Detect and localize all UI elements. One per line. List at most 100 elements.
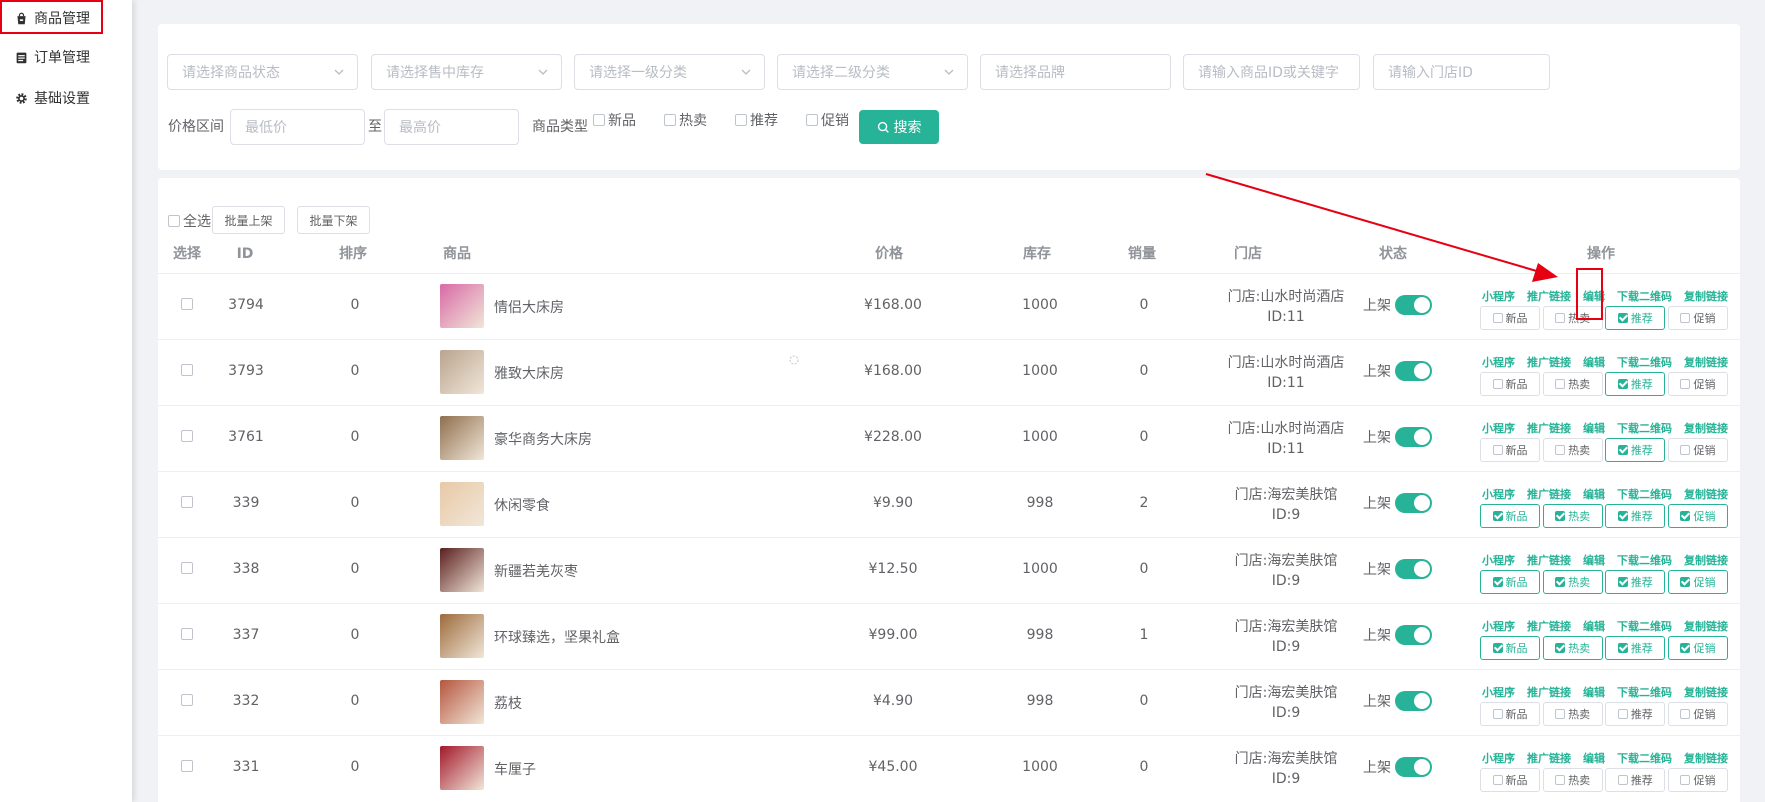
tag-hot-button[interactable]: 热卖 (1542, 768, 1603, 792)
tag-new-button[interactable]: 新品 (1480, 570, 1540, 594)
download-qrcode-link[interactable]: 下载二维码 (1617, 684, 1672, 700)
mini-program-link[interactable]: 小程序 (1482, 684, 1515, 700)
promo-link[interactable]: 推广链接 (1527, 684, 1571, 700)
edit-link[interactable]: 编辑 (1583, 750, 1605, 766)
download-qrcode-link[interactable]: 下载二维码 (1617, 750, 1672, 766)
promo-link[interactable]: 推广链接 (1527, 288, 1571, 304)
copy-link[interactable]: 复制链接 (1684, 354, 1728, 370)
promo-link[interactable]: 推广链接 (1527, 486, 1571, 502)
status-select[interactable]: 请选择商品状态 (167, 54, 358, 90)
type-option-hot[interactable]: 热卖 (664, 110, 707, 130)
promo-link[interactable]: 推广链接 (1527, 552, 1571, 568)
tag-new-button[interactable]: 新品 (1480, 372, 1540, 396)
promo-link[interactable]: 推广链接 (1527, 420, 1571, 436)
tag-promo-button[interactable]: 促销 (1667, 768, 1728, 792)
tag-recommend-button[interactable]: 推荐 (1605, 768, 1666, 792)
row-checkbox[interactable] (181, 694, 193, 706)
tag-new-button[interactable]: 新品 (1480, 504, 1540, 528)
type-option-new[interactable]: 新品 (593, 110, 636, 130)
batch-off-shelf-button[interactable]: 批量下架 (297, 206, 370, 234)
mini-program-link[interactable]: 小程序 (1482, 288, 1515, 304)
tag-recommend-button[interactable]: 推荐 (1605, 504, 1666, 528)
checkbox[interactable] (664, 114, 676, 126)
tag-promo-button[interactable]: 促销 (1667, 636, 1728, 660)
status-toggle[interactable] (1395, 691, 1432, 711)
min-price-input[interactable]: 最低价 (230, 109, 365, 145)
status-toggle[interactable] (1395, 559, 1432, 579)
edit-link[interactable]: 编辑 (1583, 618, 1605, 634)
row-checkbox[interactable] (181, 364, 193, 376)
tag-new-button[interactable]: 新品 (1480, 438, 1540, 462)
stock-select[interactable]: 请选择售中库存 (371, 54, 562, 90)
tag-recommend-button[interactable]: 推荐 (1605, 636, 1666, 660)
tag-recommend-button[interactable]: 推荐 (1605, 702, 1666, 726)
status-toggle[interactable] (1395, 625, 1432, 645)
tag-hot-button[interactable]: 热卖 (1542, 438, 1603, 462)
checkbox[interactable] (735, 114, 747, 126)
edit-link[interactable]: 编辑 (1583, 354, 1605, 370)
tag-hot-button[interactable]: 热卖 (1542, 636, 1603, 660)
tag-hot-button[interactable]: 热卖 (1542, 702, 1603, 726)
status-toggle[interactable] (1395, 361, 1432, 381)
tag-promo-button[interactable]: 促销 (1667, 306, 1728, 330)
copy-link[interactable]: 复制链接 (1684, 684, 1728, 700)
edit-link[interactable]: 编辑 (1583, 486, 1605, 502)
store-id-input[interactable]: 请输入门店ID (1373, 54, 1550, 90)
status-toggle[interactable] (1395, 493, 1432, 513)
batch-on-shelf-button[interactable]: 批量上架 (212, 206, 285, 234)
copy-link[interactable]: 复制链接 (1684, 750, 1728, 766)
category2-select[interactable]: 请选择二级分类 (777, 54, 968, 90)
tag-promo-button[interactable]: 促销 (1667, 438, 1728, 462)
sidebar-item-orders[interactable]: 订单管理 (0, 39, 90, 75)
tag-new-button[interactable]: 新品 (1480, 702, 1540, 726)
tag-new-button[interactable]: 新品 (1480, 306, 1540, 330)
tag-promo-button[interactable]: 促销 (1667, 702, 1728, 726)
promo-link[interactable]: 推广链接 (1527, 618, 1571, 634)
download-qrcode-link[interactable]: 下载二维码 (1617, 354, 1672, 370)
row-checkbox[interactable] (181, 496, 193, 508)
tag-recommend-button[interactable]: 推荐 (1605, 438, 1666, 462)
type-option-recommend[interactable]: 推荐 (735, 110, 778, 130)
copy-link[interactable]: 复制链接 (1684, 486, 1728, 502)
mini-program-link[interactable]: 小程序 (1482, 750, 1515, 766)
tag-promo-button[interactable]: 促销 (1667, 372, 1728, 396)
tag-new-button[interactable]: 新品 (1480, 768, 1540, 792)
mini-program-link[interactable]: 小程序 (1482, 552, 1515, 568)
row-checkbox[interactable] (181, 628, 193, 640)
copy-link[interactable]: 复制链接 (1684, 288, 1728, 304)
row-checkbox[interactable] (181, 298, 193, 310)
download-qrcode-link[interactable]: 下载二维码 (1617, 552, 1672, 568)
tag-hot-button[interactable]: 热卖 (1542, 570, 1603, 594)
tag-promo-button[interactable]: 促销 (1667, 570, 1728, 594)
tag-new-button[interactable]: 新品 (1480, 636, 1540, 660)
mini-program-link[interactable]: 小程序 (1482, 420, 1515, 436)
row-checkbox[interactable] (181, 430, 193, 442)
edit-link[interactable]: 编辑 (1583, 420, 1605, 436)
type-option-promo[interactable]: 促销 (806, 110, 849, 130)
status-toggle[interactable] (1395, 757, 1432, 777)
copy-link[interactable]: 复制链接 (1684, 420, 1728, 436)
tag-recommend-button[interactable]: 推荐 (1605, 570, 1666, 594)
mini-program-link[interactable]: 小程序 (1482, 486, 1515, 502)
tag-promo-button[interactable]: 促销 (1667, 504, 1728, 528)
copy-link[interactable]: 复制链接 (1684, 552, 1728, 568)
edit-link[interactable]: 编辑 (1583, 684, 1605, 700)
download-qrcode-link[interactable]: 下载二维码 (1617, 288, 1672, 304)
search-button[interactable]: 搜索 (859, 110, 939, 144)
copy-link[interactable]: 复制链接 (1684, 618, 1728, 634)
checkbox[interactable] (168, 215, 180, 227)
tag-hot-button[interactable]: 热卖 (1542, 504, 1603, 528)
download-qrcode-link[interactable]: 下载二维码 (1617, 618, 1672, 634)
status-toggle[interactable] (1395, 427, 1432, 447)
max-price-input[interactable]: 最高价 (384, 109, 519, 145)
edit-link[interactable]: 编辑 (1583, 552, 1605, 568)
tag-recommend-button[interactable]: 推荐 (1605, 306, 1666, 330)
promo-link[interactable]: 推广链接 (1527, 354, 1571, 370)
download-qrcode-link[interactable]: 下载二维码 (1617, 420, 1672, 436)
checkbox[interactable] (806, 114, 818, 126)
category1-select[interactable]: 请选择一级分类 (574, 54, 765, 90)
sidebar-item-products[interactable]: 商品管理 (0, 0, 90, 36)
mini-program-link[interactable]: 小程序 (1482, 618, 1515, 634)
status-toggle[interactable] (1395, 295, 1432, 315)
keyword-input[interactable]: 请输入商品ID或关键字 (1183, 54, 1360, 90)
